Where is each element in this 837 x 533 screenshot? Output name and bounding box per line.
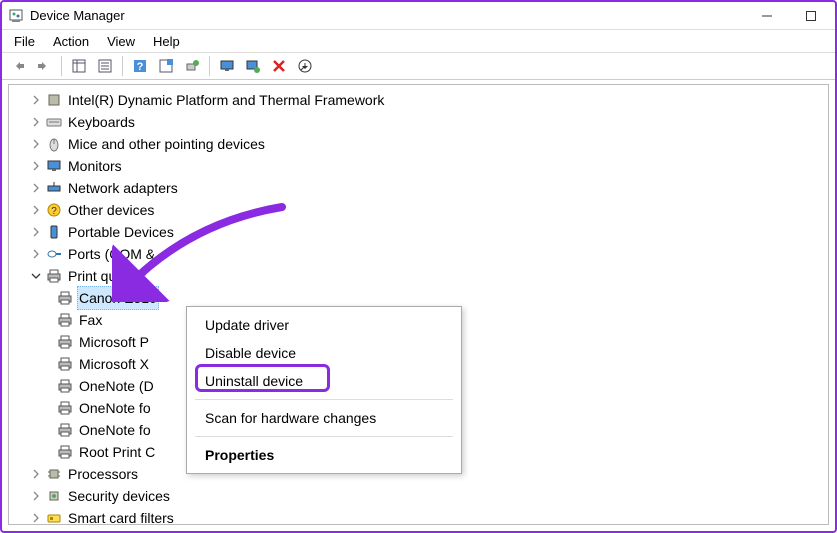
- tree-label: Print queues: [66, 265, 149, 287]
- printer-icon: [57, 356, 73, 372]
- menu-file[interactable]: File: [6, 32, 43, 51]
- tree-label: Processors: [66, 463, 140, 485]
- tree-label: Mice and other pointing devices: [66, 133, 267, 155]
- chevron-right-icon[interactable]: [29, 467, 43, 481]
- minimize-button[interactable]: [745, 2, 789, 30]
- svg-text:?: ?: [137, 61, 144, 73]
- ctx-scan-hardware[interactable]: Scan for hardware changes: [187, 404, 461, 432]
- ctx-update-driver[interactable]: Update driver: [187, 311, 461, 339]
- menubar: File Action View Help: [2, 30, 835, 52]
- uninstall-button[interactable]: [267, 54, 291, 78]
- chevron-right-icon[interactable]: [29, 137, 43, 151]
- tree-node-portable[interactable]: Portable Devices: [15, 221, 828, 243]
- tree-label: Other devices: [66, 199, 156, 221]
- menu-action[interactable]: Action: [45, 32, 97, 51]
- tree-node-mice[interactable]: Mice and other pointing devices: [15, 133, 828, 155]
- tree-label: OneNote fo: [77, 419, 153, 441]
- printer-icon: [57, 400, 73, 416]
- network-icon: [46, 180, 62, 196]
- tree-label: Network adapters: [66, 177, 180, 199]
- tree-label: Microsoft P: [77, 331, 151, 353]
- mouse-icon: [46, 136, 62, 152]
- more-actions-button[interactable]: [293, 54, 317, 78]
- update-driver-button[interactable]: [180, 54, 204, 78]
- monitor-view-button[interactable]: [215, 54, 239, 78]
- printer-icon: [57, 334, 73, 350]
- device-manager-icon: [8, 8, 24, 24]
- chevron-right-icon[interactable]: [29, 115, 43, 129]
- chevron-right-icon[interactable]: [29, 511, 43, 525]
- tree-label: Portable Devices: [66, 221, 176, 243]
- help-button[interactable]: ?: [128, 54, 152, 78]
- keyboard-icon: [46, 114, 62, 130]
- tree-node-print-queues[interactable]: Print queues: [15, 265, 828, 287]
- show-hide-tree-button[interactable]: [67, 54, 91, 78]
- ctx-uninstall-device[interactable]: Uninstall device: [187, 367, 461, 395]
- chevron-right-icon[interactable]: [29, 181, 43, 195]
- tree-label: Smart card filters: [66, 507, 176, 525]
- tree-label: Security devices: [66, 485, 172, 507]
- tree-node-keyboards[interactable]: Keyboards: [15, 111, 828, 133]
- tree-label: Intel(R) Dynamic Platform and Thermal Fr…: [66, 89, 386, 111]
- menu-view[interactable]: View: [99, 32, 143, 51]
- tree-node-ports[interactable]: Ports (COM &: [15, 243, 828, 265]
- monitor-icon: [46, 158, 62, 174]
- unknown-device-icon: ?: [46, 202, 62, 218]
- chevron-right-icon[interactable]: [29, 247, 43, 261]
- ctx-properties[interactable]: Properties: [187, 441, 461, 469]
- back-button[interactable]: [6, 54, 30, 78]
- maximize-button[interactable]: [789, 2, 833, 30]
- tree-node-other[interactable]: ? Other devices: [15, 199, 828, 221]
- tree-label: Canon E510: [77, 286, 159, 310]
- tree-label: Monitors: [66, 155, 124, 177]
- chevron-right-icon[interactable]: [29, 225, 43, 239]
- titlebar: Device Manager: [2, 2, 835, 30]
- toolbar-separator: [122, 56, 123, 76]
- tree-node-monitors[interactable]: Monitors: [15, 155, 828, 177]
- tree-label: OneNote fo: [77, 397, 153, 419]
- window-title: Device Manager: [30, 8, 745, 23]
- tree-label: Root Print C: [77, 441, 157, 463]
- chevron-right-icon[interactable]: [29, 489, 43, 503]
- tree-node-intel[interactable]: Intel(R) Dynamic Platform and Thermal Fr…: [15, 89, 828, 111]
- printer-icon: [57, 422, 73, 438]
- properties-button[interactable]: [93, 54, 117, 78]
- context-separator: [195, 436, 453, 437]
- context-menu: Update driver Disable device Uninstall d…: [186, 306, 462, 474]
- cpu-icon: [46, 466, 62, 482]
- toolbar-separator: [209, 56, 210, 76]
- chevron-down-icon[interactable]: [29, 269, 43, 283]
- menu-help[interactable]: Help: [145, 32, 188, 51]
- tree-node-network[interactable]: Network adapters: [15, 177, 828, 199]
- toolbar: ?: [2, 52, 835, 80]
- tree-node-security[interactable]: Security devices: [15, 485, 828, 507]
- toolbar-separator: [61, 56, 62, 76]
- action-button[interactable]: [154, 54, 178, 78]
- tree-label: Ports (COM &: [66, 243, 157, 265]
- svg-text:?: ?: [51, 206, 57, 217]
- tree-label: Fax: [77, 309, 104, 331]
- portable-device-icon: [46, 224, 62, 240]
- chip-icon: [46, 92, 62, 108]
- chevron-right-icon[interactable]: [29, 93, 43, 107]
- smartcard-icon: [46, 510, 62, 525]
- chevron-right-icon[interactable]: [29, 203, 43, 217]
- device-manager-window: Device Manager File Action View Help ? I…: [0, 0, 837, 533]
- context-separator: [195, 399, 453, 400]
- printer-icon: [57, 312, 73, 328]
- tree-label: OneNote (D: [77, 375, 156, 397]
- printer-icon: [57, 290, 73, 306]
- scan-hardware-button[interactable]: [241, 54, 265, 78]
- tree-label: Keyboards: [66, 111, 137, 133]
- chevron-right-icon[interactable]: [29, 159, 43, 173]
- printer-icon: [57, 444, 73, 460]
- forward-button[interactable]: [32, 54, 56, 78]
- printer-icon: [46, 268, 62, 284]
- tree-node-smartcard[interactable]: Smart card filters: [15, 507, 828, 525]
- tree-label: Microsoft X: [77, 353, 151, 375]
- security-icon: [46, 488, 62, 504]
- printer-icon: [57, 378, 73, 394]
- port-icon: [46, 246, 62, 262]
- ctx-disable-device[interactable]: Disable device: [187, 339, 461, 367]
